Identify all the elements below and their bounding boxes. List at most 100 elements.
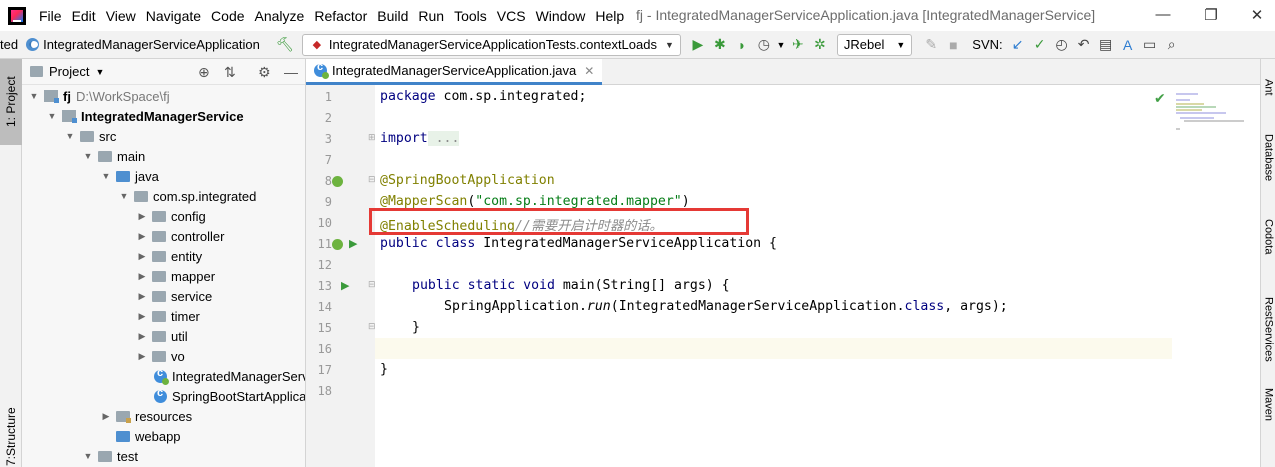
tree-item-main[interactable]: ▼ main [82, 146, 146, 166]
menu-build[interactable]: Build [372, 8, 413, 24]
fold-marker-icon[interactable]: ⊟ [368, 174, 376, 185]
menu-code[interactable]: Code [206, 8, 249, 24]
minimize-button[interactable]: — [1153, 6, 1173, 23]
stop-icon[interactable]: ■ [942, 34, 964, 56]
hide-icon[interactable]: — [284, 64, 298, 80]
tree-item-module[interactable]: ▼ IntegratedManagerService [46, 106, 244, 126]
expand-arrow-icon[interactable]: ▼ [82, 451, 94, 461]
project-structure-icon[interactable]: ▤ [1095, 34, 1117, 56]
chevron-down-icon[interactable]: ▼ [95, 67, 104, 77]
project-tool-tab[interactable]: 1: Project [0, 59, 22, 145]
rollback-icon[interactable]: ↶ [1073, 34, 1095, 56]
tree-item-mapper[interactable]: ▶ mapper [136, 266, 216, 286]
expand-arrow-icon[interactable]: ▼ [100, 171, 112, 181]
expand-arrow-icon[interactable]: ▼ [118, 191, 130, 201]
coverage-icon[interactable]: ◗ [731, 34, 753, 56]
tree-item-controller[interactable]: ▶ controller [136, 226, 225, 246]
collapsed-arrow-icon[interactable]: ▶ [136, 331, 148, 342]
tree-item-util[interactable]: ▶ util [136, 326, 188, 346]
ant-tool-tab[interactable]: Ant [1261, 67, 1275, 107]
code-minimap[interactable] [1172, 85, 1260, 467]
expand-arrow-icon[interactable]: ▼ [82, 151, 94, 161]
menu-vcs[interactable]: VCS [492, 8, 531, 24]
code-editor[interactable]: 1 2 3 7 8 9 10 11 12 13 14 15 16 17 18 ▶… [306, 85, 1260, 467]
jrebel-debug-icon[interactable]: ✲ [809, 34, 831, 56]
collapse-all-icon[interactable]: ⇅ [224, 64, 236, 81]
project-panel-title[interactable]: Project [49, 64, 89, 79]
profile-dropdown-icon[interactable]: ▼ [775, 34, 787, 56]
menu-analyze[interactable]: Analyze [250, 8, 310, 24]
restservices-tool-tab[interactable]: RestServices [1261, 281, 1275, 377]
terminal-icon[interactable]: ▭ [1139, 34, 1161, 56]
tree-item-entity[interactable]: ▶ entity [136, 246, 203, 266]
fold-marker-icon[interactable]: ⊞ [368, 132, 376, 143]
menu-run[interactable]: Run [413, 8, 449, 24]
debug-icon[interactable]: ✱ [709, 34, 731, 56]
jrebel-run-icon[interactable]: ✈ [787, 34, 809, 56]
menu-help[interactable]: Help [590, 8, 629, 24]
tree-item-vo[interactable]: ▶ vo [136, 346, 185, 366]
gear-icon[interactable]: ⚙ [258, 64, 271, 81]
history-icon[interactable]: ◴ [1051, 34, 1073, 56]
collapsed-arrow-icon[interactable]: ▶ [136, 271, 148, 282]
breadcrumb-class[interactable]: IntegratedManagerServiceApplication [43, 37, 260, 52]
fold-marker-icon[interactable]: ⊟ [368, 321, 376, 332]
tree-item-config[interactable]: ▶ config [136, 206, 206, 226]
menu-edit[interactable]: Edit [67, 8, 101, 24]
translate-icon[interactable]: A [1117, 34, 1139, 56]
spring-bean-icon[interactable] [332, 176, 343, 187]
structure-tool-tab[interactable]: 7: Structure [0, 407, 22, 467]
tree-item-timer[interactable]: ▶ timer [136, 306, 200, 326]
run-icon[interactable]: ▶ [687, 34, 709, 56]
menu-view[interactable]: View [101, 8, 141, 24]
expand-arrow-icon[interactable]: ▼ [28, 91, 40, 101]
locate-icon[interactable]: ⊕ [198, 64, 210, 81]
collapsed-arrow-icon[interactable]: ▶ [136, 251, 148, 262]
search-icon[interactable]: ⌕ [1161, 34, 1183, 56]
tree-item-main-class[interactable]: IntegratedManagerServiceApplication [154, 366, 305, 386]
breadcrumb-prefix[interactable]: ted [0, 37, 18, 52]
expand-arrow-icon[interactable]: ▼ [46, 111, 58, 121]
menu-tools[interactable]: Tools [449, 8, 492, 24]
run-gutter-icon[interactable]: ▶ [341, 279, 349, 292]
folded-imports[interactable]: ... [427, 131, 460, 146]
tree-item-package[interactable]: ▼ com.sp.integrated [118, 186, 257, 206]
restore-button[interactable]: ❐ [1201, 6, 1221, 24]
collapsed-arrow-icon[interactable]: ▶ [136, 351, 148, 362]
build-hammer-icon[interactable]: 🔨︎ [274, 34, 296, 56]
run-config-select[interactable]: ◆ IntegratedManagerServiceApplicationTes… [301, 33, 681, 56]
jrebel-select[interactable]: JRebel ▼ [836, 33, 913, 56]
collapsed-arrow-icon[interactable]: ▶ [136, 211, 148, 222]
codota-tool-tab[interactable]: Codota [1261, 205, 1275, 269]
svn-update-icon[interactable]: ↙ [1007, 34, 1029, 56]
tab-main-class[interactable]: IntegratedManagerServiceApplication.java… [306, 59, 603, 85]
collapsed-arrow-icon[interactable]: ▶ [136, 311, 148, 322]
collapsed-arrow-icon[interactable]: ▶ [100, 411, 112, 422]
menu-file[interactable]: File [34, 8, 67, 24]
profile-icon[interactable]: ◷ [753, 34, 775, 56]
maven-tool-tab[interactable]: Maven [1261, 377, 1275, 433]
collapsed-arrow-icon[interactable]: ▶ [136, 231, 148, 242]
close-icon[interactable]: ✕ [584, 64, 594, 78]
tree-item-webapp[interactable]: webapp [116, 426, 181, 446]
menu-window[interactable]: Window [531, 8, 591, 24]
menu-refactor[interactable]: Refactor [309, 8, 372, 24]
tree-item-fj[interactable]: ▼ fj D:\WorkSpace\fj [28, 86, 170, 106]
tree-item-start-class[interactable]: SpringBootStartApplication [154, 386, 305, 406]
database-tool-tab[interactable]: Database [1261, 121, 1275, 195]
spring-bean-icon[interactable] [332, 239, 343, 250]
fold-marker-icon[interactable]: ⊟ [368, 279, 376, 290]
expand-arrow-icon[interactable]: ▼ [64, 131, 76, 141]
tree-item-java[interactable]: ▼ java [100, 166, 159, 186]
collapsed-arrow-icon[interactable]: ▶ [136, 291, 148, 302]
svn-commit-icon[interactable]: ✓ [1029, 34, 1051, 56]
tree-item-src[interactable]: ▼ src [64, 126, 117, 146]
close-window-button[interactable]: ✕ [1247, 6, 1267, 24]
run-gutter-icon[interactable]: ▶ [349, 237, 357, 250]
tree-item-resources[interactable]: ▶ resources [100, 406, 193, 426]
inspection-ok-icon[interactable]: ✔ [1154, 90, 1166, 107]
tree-item-test[interactable]: ▼ test [82, 446, 138, 466]
menu-navigate[interactable]: Navigate [141, 8, 206, 24]
hammer-disabled-icon[interactable]: ✎ [920, 34, 942, 56]
tree-item-service[interactable]: ▶ service [136, 286, 213, 306]
